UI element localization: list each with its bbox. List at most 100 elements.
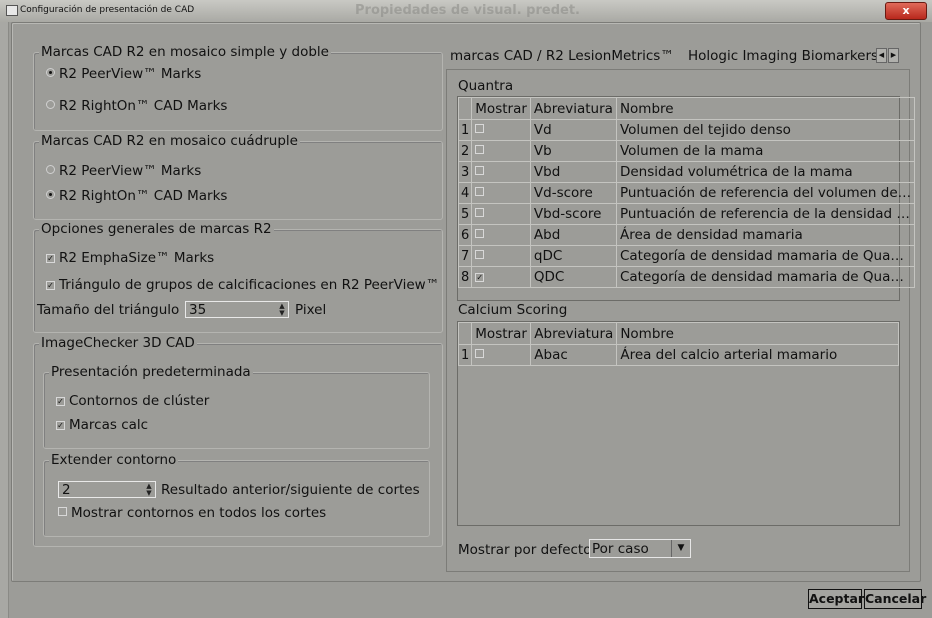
radio-icon [46, 68, 55, 77]
table-row[interactable]: 7 qDC Categoría de densidad mamaria de Qua… [457, 245, 916, 267]
name-cell: Densidad volumétrica de la mama [615, 161, 916, 183]
checkbox-show-all-slices[interactable]: Mostrar contornos en todos los cortes [58, 505, 326, 521]
subgroup-title: Presentación predeterminada [49, 364, 253, 380]
radio-label: R2 RightOn™ CAD Marks [59, 188, 228, 204]
default-display-select[interactable]: Por caso ▼ [589, 539, 691, 558]
checkbox-label: Marcas calc [69, 417, 149, 433]
radio-icon [46, 190, 55, 199]
table-row[interactable]: 8 ✓ QDC Categoría de densidad mamaria de Qu… [457, 266, 916, 288]
row-number: 6 [457, 224, 473, 246]
radio-icon [46, 100, 55, 109]
checkbox-icon[interactable]: ✓ [475, 273, 485, 282]
radio-label: R2 PeerView™ Marks [59, 163, 202, 179]
name-cell: Puntuación de referencia de la densidad … [615, 203, 916, 225]
quantra-table: Mostrar Abreviatura Nombre 1 Vd Volumen de… [457, 97, 916, 288]
select-value: Por caso [592, 541, 649, 557]
accept-button[interactable]: Aceptar [808, 589, 864, 609]
spinner-value: 2 [62, 482, 71, 498]
checkbox-icon [58, 507, 67, 516]
spin-arrows-icon[interactable]: ▲ ▼ [277, 303, 287, 317]
calcium-table: Mostrar Abreviatura Nombre 1 Abac Área del… [457, 322, 899, 366]
checkbox-icon: ✓ [46, 254, 55, 263]
checkbox-icon[interactable] [475, 124, 485, 133]
column-header-name: Nombre [616, 322, 899, 345]
abbreviation-cell: Abd [529, 224, 617, 246]
checkbox-icon: ✓ [46, 281, 55, 290]
checkbox-calc-triangle[interactable]: ✓ Triángulo de grupos de calcificaciones … [46, 277, 439, 293]
group-quad-tile: Marcas CAD R2 en mosaico cuádruple [33, 133, 443, 220]
checkbox-icon[interactable] [475, 229, 485, 238]
row-number-header [457, 97, 473, 120]
show-checkbox-cell[interactable] [471, 245, 531, 267]
window-title: Configuración de presentación de CAD [20, 5, 195, 15]
triangle-size-spinner[interactable]: 35 ▲ ▼ [185, 301, 289, 318]
abbreviation-cell: Abac [530, 344, 618, 366]
radio-label: R2 RightOn™ CAD Marks [59, 98, 228, 114]
table-row[interactable]: 5 Vbd-score Puntuación de referencia de la… [457, 203, 916, 225]
row-number: 1 [457, 119, 473, 141]
show-checkbox-cell[interactable] [471, 182, 531, 204]
show-checkbox-cell[interactable] [471, 224, 531, 246]
checkbox-icon[interactable] [475, 187, 485, 196]
show-checkbox-cell[interactable] [471, 161, 531, 183]
row-number: 7 [457, 245, 473, 267]
cancel-button[interactable]: Cancelar [864, 589, 926, 609]
checkbox-emphasize[interactable]: ✓ R2 EmphaSize™ Marks [46, 250, 214, 266]
checkbox-icon[interactable] [475, 166, 485, 175]
checkbox-cluster-contours[interactable]: ✓ Contornos de clúster [56, 393, 209, 409]
name-cell: Categoría de densidad mamaria de Qua… [615, 266, 916, 288]
tab-cad-marks[interactable]: marcas CAD / R2 LesionMetrics™ [444, 45, 680, 67]
group-title: Marcas CAD R2 en mosaico cuádruple [39, 133, 300, 149]
checkbox-icon[interactable] [475, 208, 485, 217]
table-row[interactable]: 6 Abd Área de densidad mamaria [457, 224, 916, 246]
tab-hologic-biomarkers[interactable]: Hologic Imaging Biomarkers [682, 45, 885, 67]
row-number: 3 [457, 161, 473, 183]
row-number: 8 [457, 266, 473, 288]
radio-quad-peerview[interactable]: R2 PeerView™ Marks [46, 163, 201, 179]
name-cell: Área del calcio arterial mamario [616, 344, 899, 366]
spin-arrows-icon[interactable]: ▲ ▼ [144, 483, 154, 497]
column-header-show: Mostrar [471, 322, 532, 345]
window-border [0, 22, 9, 618]
show-checkbox-cell[interactable] [471, 119, 531, 141]
extend-contour-spinner[interactable]: 2 ▲ ▼ [58, 481, 156, 498]
tab-scroll-right-icon[interactable]: ▶ [888, 48, 899, 63]
row-number: 1 [457, 344, 473, 366]
table-row[interactable]: 1 Vd Volumen del tejido denso [457, 119, 916, 141]
checkbox-label: Mostrar contornos en todos los cortes [71, 505, 327, 521]
radio-single-righton[interactable]: R2 RightOn™ CAD Marks [46, 98, 227, 114]
show-checkbox-cell[interactable] [471, 203, 531, 225]
radio-single-peerview[interactable]: R2 PeerView™ Marks [46, 66, 201, 82]
triangle-size-label: Tamaño del triángulo [37, 302, 180, 318]
checkbox-label: Triángulo de grupos de calcificaciones e… [59, 277, 440, 293]
name-cell: Volumen de la mama [615, 140, 916, 162]
column-header-abbr: Abreviatura [530, 322, 618, 345]
checkbox-label: R2 EmphaSize™ Marks [59, 250, 215, 266]
close-button[interactable]: x [885, 2, 927, 20]
checkbox-icon: ✓ [56, 397, 65, 406]
tab-scroll-left-icon[interactable]: ◀ [876, 48, 887, 63]
abbreviation-cell: QDC [529, 266, 617, 288]
subgroup-default-display: Presentación predeterminada [43, 364, 430, 449]
checkbox-calc-marks[interactable]: ✓ Marcas calc [56, 417, 148, 433]
radio-label: R2 PeerView™ Marks [59, 66, 202, 82]
checkbox-icon[interactable] [475, 349, 485, 358]
checkbox-icon[interactable] [475, 145, 485, 154]
name-cell: Categoría de densidad mamaria de Qua… [615, 245, 916, 267]
table-row[interactable]: 2 Vb Volumen de la mama [457, 140, 916, 162]
show-checkbox-cell[interactable] [471, 140, 531, 162]
triangle-size-unit: Pixel [295, 302, 327, 318]
show-checkbox-cell[interactable]: ✓ [471, 266, 531, 288]
checkbox-label: Contornos de clúster [69, 393, 210, 409]
extend-contour-label: Resultado anterior/siguiente de cortes [161, 482, 420, 498]
show-checkbox-cell[interactable] [471, 344, 532, 366]
checkbox-icon[interactable] [475, 250, 485, 259]
table-row[interactable]: 1 Abac Área del calcio arterial mamario [457, 344, 899, 366]
table-row[interactable]: 3 Vbd Densidad volumétrica de la mama [457, 161, 916, 183]
chevron-down-icon[interactable]: ▼ [671, 540, 690, 557]
table-row[interactable]: 4 Vd-score Puntuación de referencia del vo… [457, 182, 916, 204]
calcium-grid: Mostrar Abreviatura Nombre 1 Abac Área del… [457, 321, 900, 526]
group-title: Opciones generales de marcas R2 [39, 221, 274, 237]
calcium-title: Calcium Scoring [458, 302, 568, 318]
radio-quad-righton[interactable]: R2 RightOn™ CAD Marks [46, 188, 227, 204]
